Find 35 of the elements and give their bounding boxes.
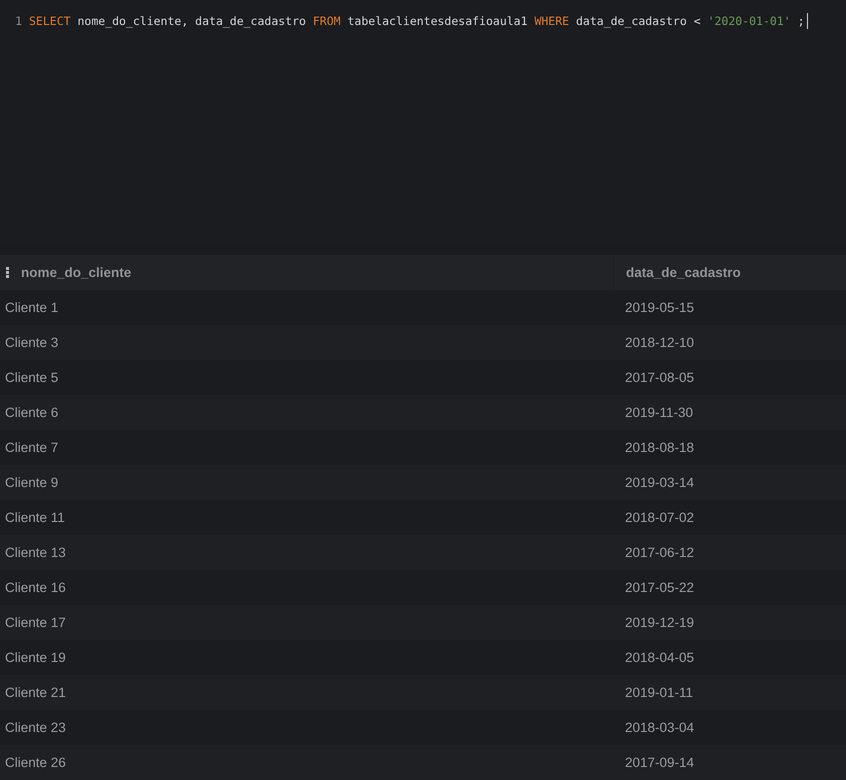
- table-cell: 2019-03-14: [625, 475, 694, 490]
- table-cell: 2018-07-02: [625, 510, 694, 525]
- drag-handle-icon[interactable]: [6, 267, 9, 278]
- code-line: SELECT nome_do_cliente, data_de_cadastro FROM tabelaclientesdesafioaula1 WHERE data_de_cadastro < '2020-01-01' ;: [29, 14, 805, 28]
- table-cell: 2019-11-30: [625, 405, 694, 420]
- table-cell: Cliente 9: [5, 475, 58, 490]
- table-cell: Cliente 11: [5, 510, 65, 525]
- column-header[interactable]: nome_do_cliente: [0, 255, 613, 290]
- table-cell: Cliente 5: [5, 370, 58, 385]
- text-cursor: [806, 13, 808, 29]
- table-cell: Cliente 16: [5, 580, 66, 595]
- table-cell: 2017-06-12: [625, 545, 694, 560]
- table-cell: Cliente 21: [5, 685, 66, 700]
- table-cell: 2018-08-18: [625, 440, 694, 455]
- table-cell: Cliente 19: [5, 650, 66, 665]
- table-cell: Cliente 17: [5, 615, 66, 630]
- table-cell: 2017-05-22: [625, 580, 694, 595]
- table-cell: Cliente 1: [5, 300, 58, 315]
- column-header-label: data_de_cadastro: [626, 265, 741, 280]
- table-cell: 2018-12-10: [625, 335, 694, 350]
- table-cell: Cliente 26: [5, 755, 66, 770]
- table-cell: 2017-09-14: [625, 755, 694, 770]
- table-cell: 2018-03-04: [625, 720, 694, 735]
- table-cell: Cliente 13: [5, 545, 66, 560]
- table-cell: Cliente 6: [5, 405, 58, 420]
- table-cell: 2017-08-05: [625, 370, 694, 385]
- table-cell: Cliente 23: [5, 720, 66, 735]
- table-cell: 2019-01-11: [625, 685, 694, 700]
- table-cell: 2018-04-05: [625, 650, 694, 665]
- table-cell: 2019-05-15: [625, 300, 694, 315]
- line-number: 1: [14, 14, 23, 28]
- table-cell: Cliente 7: [5, 440, 58, 455]
- table-cell: Cliente 3: [5, 335, 58, 350]
- table-cell: 2019-12-19: [625, 615, 694, 630]
- column-header-label: nome_do_cliente: [21, 265, 132, 280]
